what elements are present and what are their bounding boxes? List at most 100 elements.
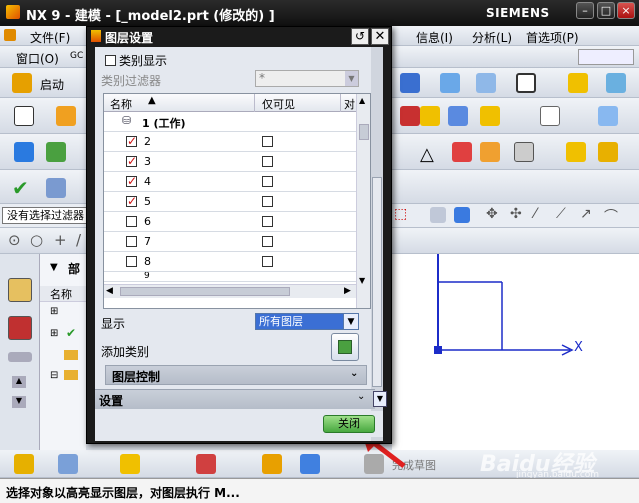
snap-end-icon[interactable]: / bbox=[76, 231, 81, 249]
reset-icon[interactable]: ↺ bbox=[351, 28, 369, 45]
mdi-controls[interactable] bbox=[578, 49, 634, 65]
collapse-icon[interactable]: ▼ bbox=[50, 262, 58, 273]
pan-icon[interactable]: ✥ bbox=[486, 206, 498, 222]
layer-checkbox[interactable] bbox=[126, 216, 137, 227]
triangle-icon[interactable]: △ bbox=[420, 144, 434, 165]
dialog-scroll-down-icon[interactable]: ▼ bbox=[373, 391, 387, 407]
layer-row[interactable]: 8 bbox=[104, 252, 356, 272]
display-icon[interactable] bbox=[606, 73, 626, 93]
visible-only-checkbox[interactable] bbox=[262, 216, 273, 227]
group-icon[interactable] bbox=[514, 142, 534, 162]
filter-dropdown-icon[interactable]: ▼ bbox=[345, 71, 358, 86]
col-name[interactable]: 名称 bbox=[110, 96, 132, 112]
bottom-tool-icon[interactable] bbox=[14, 454, 34, 474]
col-object[interactable]: 对 bbox=[344, 96, 356, 112]
visible-only-checkbox[interactable] bbox=[262, 256, 273, 267]
sketch-icon[interactable] bbox=[14, 106, 34, 126]
visible-only-checkbox[interactable] bbox=[262, 156, 273, 167]
assembly-2-icon[interactable] bbox=[598, 142, 618, 162]
layer-row[interactable]: 9 bbox=[104, 272, 356, 282]
layer-checkbox[interactable]: ✓ bbox=[126, 195, 137, 207]
visible-only-checkbox[interactable] bbox=[262, 136, 273, 147]
layer-row[interactable]: 7 bbox=[104, 232, 356, 252]
hscroll-thumb[interactable] bbox=[120, 287, 290, 296]
bottom-tool-icon[interactable] bbox=[58, 454, 78, 474]
sort-asc-icon[interactable]: ▲ bbox=[148, 95, 156, 106]
bottom-tool-icon[interactable] bbox=[120, 454, 140, 474]
layer-row[interactable]: ✓ 5 bbox=[104, 192, 356, 212]
blend-icon[interactable] bbox=[420, 106, 440, 126]
check-icon[interactable]: ✔ bbox=[12, 176, 29, 200]
table-hscrollbar[interactable]: ◀ ▶ bbox=[104, 284, 356, 298]
scroll-up-icon[interactable]: ▲ bbox=[12, 376, 26, 388]
menu-info[interactable]: 信息(I) bbox=[416, 29, 453, 46]
dialog-scroll-thumb[interactable] bbox=[372, 177, 382, 387]
render-icon[interactable] bbox=[568, 73, 588, 93]
tree-collapse-icon[interactable]: ⊟ bbox=[50, 370, 58, 381]
layer-row[interactable]: ✓ 4 bbox=[104, 172, 356, 192]
view-orient-icon[interactable] bbox=[430, 207, 446, 223]
tree-expand-icon[interactable]: ⊞ bbox=[50, 306, 58, 317]
bottom-tool-icon[interactable] bbox=[262, 454, 282, 474]
snap-cross-icon[interactable]: + bbox=[54, 231, 67, 249]
surface-icon[interactable] bbox=[448, 106, 468, 126]
bottom-tool-icon[interactable] bbox=[300, 454, 320, 474]
display-dropdown-icon[interactable]: ▼ bbox=[343, 313, 359, 330]
extrude-icon[interactable] bbox=[56, 106, 76, 126]
tree-expand-icon[interactable]: ⊞ bbox=[50, 328, 58, 339]
scroll-left-icon[interactable]: ◀ bbox=[106, 286, 113, 296]
menu-window[interactable]: 窗口(O) bbox=[16, 50, 59, 67]
part-navigator-icon[interactable] bbox=[8, 352, 32, 362]
layer-checkbox[interactable]: ✓ bbox=[126, 135, 137, 147]
shape-icon[interactable] bbox=[440, 73, 460, 93]
menu-file[interactable]: 文件(F) bbox=[30, 29, 70, 46]
table-icon[interactable] bbox=[540, 106, 560, 126]
start-button[interactable]: 启动 bbox=[40, 76, 64, 93]
constraint-navigator-icon[interactable] bbox=[8, 316, 32, 340]
select-box-icon[interactable]: ⬚ bbox=[394, 206, 407, 222]
dialog-scrollbar[interactable] bbox=[371, 47, 383, 441]
layer-control-section[interactable]: 图层控制 ⌄ bbox=[105, 365, 367, 385]
layer-row[interactable]: ✓ 2 bbox=[104, 132, 356, 152]
visible-only-checkbox[interactable] bbox=[262, 236, 273, 247]
snap-circle-icon[interactable]: ○ bbox=[30, 231, 43, 249]
layer-row[interactable]: 6 bbox=[104, 212, 356, 232]
vscroll-thumb[interactable] bbox=[359, 124, 369, 140]
col-visible-only[interactable]: 仅可见 bbox=[262, 96, 295, 112]
line-icon[interactable]: ⁄ bbox=[534, 206, 536, 222]
layer-checkbox[interactable] bbox=[126, 256, 137, 267]
curve-icon[interactable]: ↗ bbox=[580, 206, 592, 222]
layer-checkbox[interactable]: ✓ bbox=[126, 155, 137, 167]
visible-only-checkbox[interactable] bbox=[262, 196, 273, 207]
rotate-icon[interactable]: ✣ bbox=[510, 206, 522, 222]
layer-row[interactable]: ⛁ 1 (工作) bbox=[104, 112, 356, 132]
bottom-tool-icon[interactable] bbox=[196, 454, 216, 474]
vscroll-up-icon[interactable]: ▲ bbox=[359, 96, 365, 105]
arc-icon[interactable]: ⌒ bbox=[604, 206, 618, 226]
feature-icon[interactable] bbox=[400, 106, 420, 126]
settings-section[interactable]: 设置 ⌄ bbox=[95, 389, 375, 409]
mesh-icon[interactable] bbox=[598, 106, 618, 126]
grid-icon[interactable] bbox=[452, 142, 472, 162]
minimize-button[interactable]: – bbox=[576, 2, 594, 19]
info-icon[interactable] bbox=[46, 178, 66, 198]
visible-only-checkbox[interactable] bbox=[262, 176, 273, 187]
graphics-canvas[interactable]: X bbox=[392, 254, 639, 450]
dialog-close-icon[interactable]: ✕ bbox=[371, 28, 389, 45]
add-category-button[interactable] bbox=[331, 333, 359, 361]
tangent-icon[interactable]: ⟋ bbox=[556, 206, 566, 222]
layer-row[interactable]: ✓ 3 bbox=[104, 152, 356, 172]
assembly-navigator-icon[interactable] bbox=[8, 278, 32, 302]
close-window-button[interactable]: × bbox=[617, 2, 635, 19]
vscroll-down-icon[interactable]: ▼ bbox=[359, 276, 365, 285]
layers-icon[interactable] bbox=[46, 142, 66, 162]
select-icon[interactable] bbox=[14, 142, 34, 162]
layer-checkbox[interactable]: ✓ bbox=[126, 175, 137, 187]
shaded-cube-icon[interactable] bbox=[454, 207, 470, 223]
scroll-down-icon[interactable]: ▼ bbox=[12, 396, 26, 408]
menu-analysis[interactable]: 分析(L) bbox=[472, 29, 512, 46]
cube-icon[interactable] bbox=[400, 73, 420, 93]
table-vscrollbar[interactable]: ▲ ▼ bbox=[356, 94, 370, 308]
snap-icon[interactable] bbox=[480, 142, 500, 162]
selection-filter-dropdown[interactable]: 没有选择过滤器 bbox=[2, 207, 88, 224]
